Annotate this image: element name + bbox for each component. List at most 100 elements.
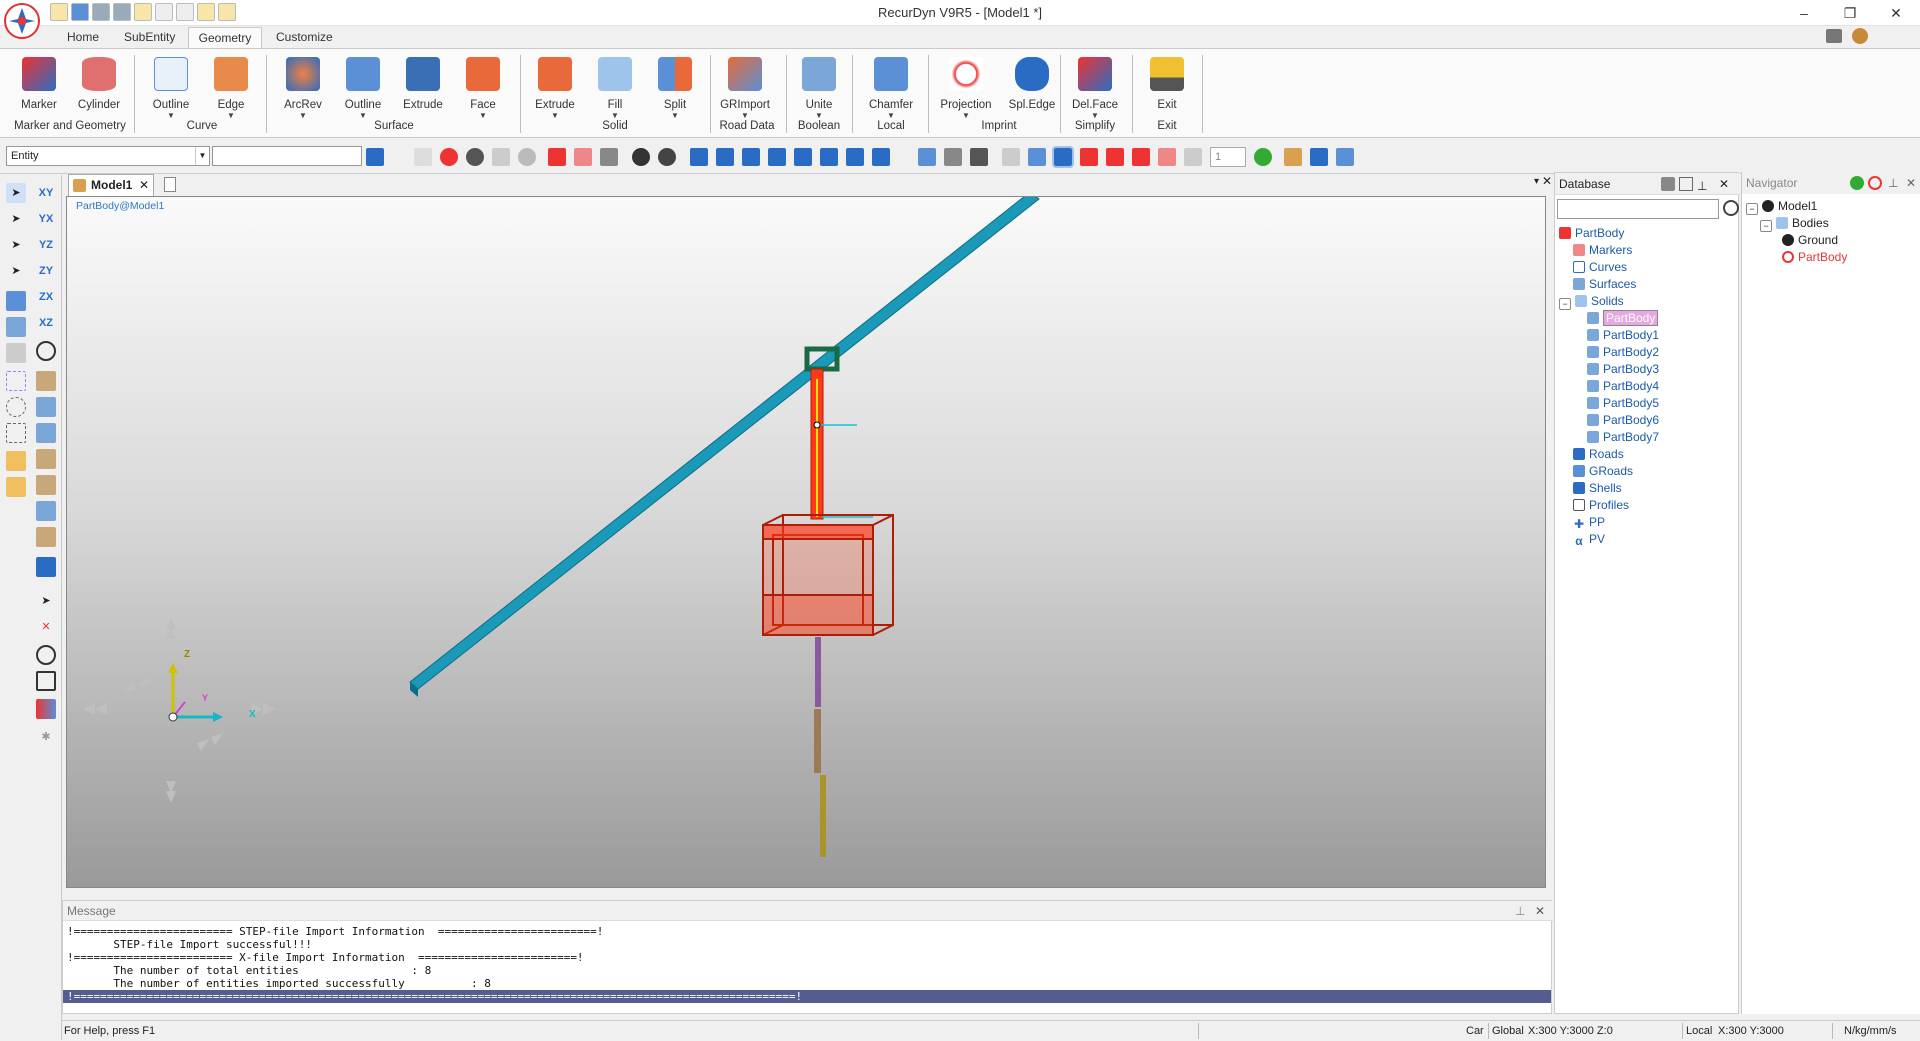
render-icon[interactable] bbox=[632, 148, 650, 166]
enter-arrow-icon[interactable] bbox=[366, 148, 384, 166]
rotate-z-icon[interactable] bbox=[466, 148, 484, 166]
tree-item-profiles[interactable]: Profiles bbox=[1573, 497, 1629, 514]
restore-button[interactable]: ❐ bbox=[1830, 2, 1870, 24]
view-bottom-icon[interactable] bbox=[820, 148, 838, 166]
select-add-icon[interactable]: ➤ bbox=[6, 235, 26, 255]
pick-icon[interactable]: ➤ bbox=[36, 591, 56, 611]
snap-view-icon[interactable] bbox=[6, 317, 26, 337]
layer-icon[interactable] bbox=[6, 451, 26, 471]
tree-solid-partbody5[interactable]: PartBody5 bbox=[1587, 395, 1659, 412]
fit-selected-icon[interactable] bbox=[574, 148, 592, 166]
box-select-icon[interactable] bbox=[6, 371, 26, 391]
shaded-edges-icon[interactable] bbox=[1052, 146, 1074, 168]
wireframe-icon[interactable] bbox=[1002, 148, 1020, 166]
nav-item-model1[interactable]: − Model1 bbox=[1746, 198, 1817, 215]
tree-item-groads[interactable]: GRoads bbox=[1573, 463, 1633, 480]
view-rotate-icon[interactable] bbox=[36, 341, 56, 361]
section-3-icon[interactable] bbox=[1158, 148, 1176, 166]
view-iso-icon[interactable] bbox=[846, 148, 864, 166]
snap-grid-icon[interactable] bbox=[6, 291, 26, 311]
chevron-down-icon[interactable]: ▼ bbox=[195, 147, 209, 165]
new-document-icon[interactable] bbox=[164, 177, 176, 192]
pan-icon[interactable] bbox=[414, 148, 432, 166]
tree-root-partbody[interactable]: PartBody bbox=[1559, 225, 1624, 242]
view-left-icon[interactable] bbox=[742, 148, 760, 166]
color-icon[interactable] bbox=[1254, 148, 1272, 166]
tree-item-solids[interactable]: − Solids bbox=[1559, 293, 1624, 310]
eye-icon[interactable] bbox=[658, 148, 676, 166]
grid-icon[interactable] bbox=[918, 148, 936, 166]
close-button[interactable]: ✕ bbox=[1876, 2, 1916, 24]
tree-solid-partbody6[interactable]: PartBody6 bbox=[1587, 412, 1659, 429]
tree-solid-partbody2[interactable]: PartBody2 bbox=[1587, 344, 1659, 361]
collapse-icon[interactable]: − bbox=[1746, 203, 1758, 215]
entity-name-input[interactable] bbox=[212, 146, 362, 166]
view-box-icon[interactable] bbox=[600, 148, 618, 166]
close-document-icon[interactable]: ✕ bbox=[1542, 174, 1552, 188]
polygon-select-icon[interactable] bbox=[6, 423, 26, 443]
view-yz-button[interactable]: YZ bbox=[36, 235, 56, 255]
fit-icon[interactable] bbox=[548, 148, 566, 166]
tree-solid-partbody1[interactable]: PartBody1 bbox=[1587, 327, 1659, 344]
tree-solid-partbody3[interactable]: PartBody3 bbox=[1587, 361, 1659, 378]
close-tab-icon[interactable]: ✕ bbox=[139, 175, 149, 196]
pin-icon[interactable]: ⊥ bbox=[1697, 175, 1707, 197]
user-icon[interactable] bbox=[1852, 28, 1868, 44]
view-box-bottom-icon[interactable] bbox=[36, 501, 56, 521]
tree-item-pv[interactable]: α PV bbox=[1573, 531, 1605, 548]
tree-item-curves[interactable]: Curves bbox=[1573, 259, 1627, 276]
tree-item-shells[interactable]: Shells bbox=[1573, 480, 1622, 497]
message-close-icon[interactable]: ✕ bbox=[1535, 901, 1545, 921]
tree-item-markers[interactable]: Markers bbox=[1573, 242, 1632, 259]
view-box-back-icon[interactable] bbox=[36, 397, 56, 417]
help-icon[interactable] bbox=[1826, 29, 1842, 43]
color-map-icon[interactable] bbox=[36, 699, 56, 719]
view-back-icon[interactable] bbox=[716, 148, 734, 166]
view-zy-button[interactable]: ZY bbox=[36, 261, 56, 281]
zoom-icon[interactable] bbox=[518, 148, 536, 166]
view-box-top-icon[interactable] bbox=[36, 475, 56, 495]
view-top-icon[interactable] bbox=[794, 148, 812, 166]
view-box-front-icon[interactable] bbox=[36, 371, 56, 391]
message-pin-icon[interactable]: ⊥ bbox=[1515, 901, 1525, 921]
tab-list-icon[interactable]: ▾ bbox=[1534, 176, 1539, 187]
tab-home[interactable]: Home bbox=[58, 27, 108, 48]
tab-customize[interactable]: Customize bbox=[268, 27, 338, 48]
snap-disabled-icon[interactable] bbox=[6, 343, 26, 363]
joint-icon[interactable] bbox=[36, 645, 56, 665]
collapse-icon[interactable]: − bbox=[1760, 220, 1772, 232]
view-zx-button[interactable]: ZX bbox=[36, 287, 56, 307]
appearance-icon[interactable] bbox=[1336, 148, 1354, 166]
tab-subentity[interactable]: SubEntity bbox=[116, 27, 182, 48]
material-icon[interactable] bbox=[1284, 148, 1302, 166]
zoom-window-icon[interactable] bbox=[492, 148, 510, 166]
shaded-icon[interactable] bbox=[1028, 148, 1046, 166]
annotation-icon[interactable] bbox=[970, 148, 988, 166]
measure-icon[interactable] bbox=[944, 148, 962, 166]
select-arrow-icon[interactable]: ➤ bbox=[6, 183, 26, 203]
nav-item-ground[interactable]: Ground bbox=[1782, 232, 1838, 249]
step-select[interactable]: 1 bbox=[1210, 147, 1246, 167]
unpick-icon[interactable]: ✕ bbox=[36, 617, 56, 637]
app-logo-icon[interactable] bbox=[4, 3, 40, 39]
tree-item-surfaces[interactable]: Surfaces bbox=[1573, 276, 1636, 293]
view-xy-button[interactable]: XY bbox=[36, 183, 56, 203]
nav-item-bodies[interactable]: − Bodies bbox=[1760, 215, 1829, 232]
database-save-icon[interactable] bbox=[1661, 177, 1675, 191]
database-close-icon[interactable]: ✕ bbox=[1719, 173, 1729, 195]
record-icon[interactable] bbox=[1868, 176, 1882, 190]
tree-item-pp[interactable]: ✚ PP bbox=[1573, 514, 1605, 531]
transparency-icon[interactable] bbox=[1184, 148, 1202, 166]
solid-view-icon[interactable] bbox=[1310, 148, 1328, 166]
view-right-icon[interactable] bbox=[768, 148, 786, 166]
filter-icon[interactable] bbox=[1679, 177, 1693, 191]
nav-item-partbody[interactable]: PartBody bbox=[1782, 249, 1847, 266]
navigator-close-icon[interactable]: ✕ bbox=[1906, 172, 1916, 194]
minimize-button[interactable]: – bbox=[1784, 2, 1824, 24]
view-box-iso-icon[interactable] bbox=[36, 527, 56, 547]
view-yx-button[interactable]: YX bbox=[36, 209, 56, 229]
tree-solid-partbody4[interactable]: PartBody4 bbox=[1587, 378, 1659, 395]
3d-viewport[interactable]: PartBody@Model1 Z X Y bbox=[66, 196, 1546, 888]
refresh-icon[interactable] bbox=[1850, 176, 1864, 190]
tab-model1[interactable]: Model1 ✕ bbox=[68, 174, 154, 196]
